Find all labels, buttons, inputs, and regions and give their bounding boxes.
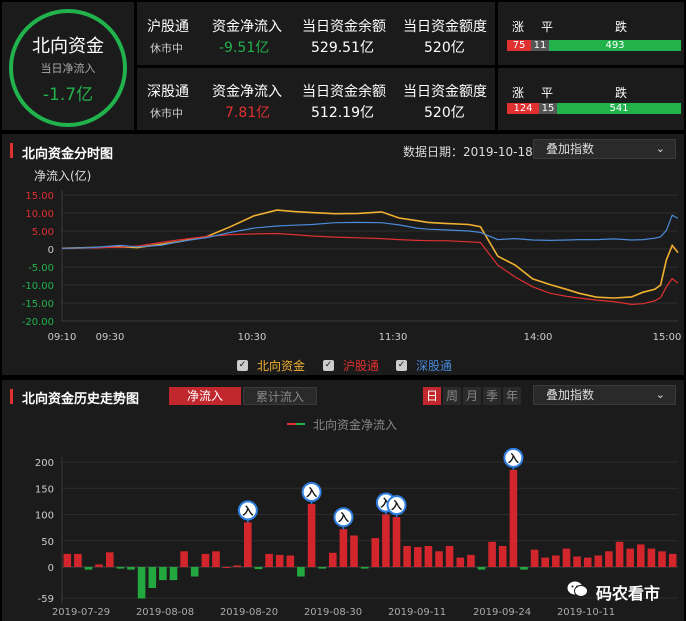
- tab-cumulative[interactable]: 累计流入: [243, 387, 317, 405]
- sh-up-label: 涨: [512, 20, 525, 34]
- sz-status: 休市中: [150, 107, 183, 120]
- legend-north: 北向资金: [257, 359, 306, 373]
- sz-breadth-bar: 124 15 541: [507, 103, 681, 114]
- sz-flat-seg: 15: [539, 103, 557, 114]
- chevron-down-icon: ⌄: [655, 142, 665, 155]
- header-balance-2: 当日资金余额: [302, 84, 386, 100]
- sz-quota: 520亿: [424, 105, 465, 121]
- intraday-overlay-label: 叠加指数: [546, 142, 595, 156]
- header-net: 资金净流入: [212, 19, 282, 35]
- watermark-text: 码农看市: [596, 584, 661, 603]
- sh-balance: 529.51亿: [311, 40, 374, 56]
- sh-quota: 520亿: [424, 40, 465, 56]
- period-day[interactable]: 日: [423, 387, 441, 405]
- intraday-panel: [2, 134, 684, 375]
- history-legend-swatch: [287, 423, 305, 425]
- period-week[interactable]: 周: [443, 387, 461, 405]
- legend-checkbox-sh[interactable]: ✓: [323, 360, 334, 371]
- sh-status: 休市中: [150, 42, 183, 55]
- tab-net-inflow[interactable]: 净流入: [169, 387, 241, 405]
- history-overlay-select[interactable]: 叠加指数 ⌄: [533, 385, 676, 405]
- northbound-value: -1.7亿: [42, 85, 94, 105]
- sz-net: 7.81亿: [225, 105, 271, 121]
- sh-flat-label: 平: [541, 20, 554, 34]
- sh-up-seg: 75: [507, 40, 531, 51]
- northbound-sub: 当日净流入: [40, 62, 96, 75]
- sz-up-label: 涨: [512, 86, 525, 100]
- sz-down-label: 跌: [615, 86, 628, 100]
- legend-checkbox-north[interactable]: ✓: [237, 360, 248, 371]
- period-year[interactable]: 年: [503, 387, 521, 405]
- chevron-down-icon: ⌄: [655, 388, 665, 401]
- breadth-panel-sz: [498, 68, 684, 130]
- history-legend: 北向资金净流入: [313, 418, 398, 432]
- intraday-date: 数据日期：2019-10-18: [403, 145, 533, 159]
- breadth-panel-sh: [498, 2, 684, 65]
- intraday-title-marker: [10, 143, 13, 158]
- header-quota: 当日资金额度: [403, 19, 487, 35]
- history-title: 北向资金历史走势图: [22, 392, 140, 407]
- sh-down-label: 跌: [615, 20, 628, 34]
- sh-name: 沪股通: [147, 19, 189, 35]
- northbound-title: 北向资金: [32, 36, 104, 57]
- legend-sz: 深股通: [416, 359, 453, 373]
- sz-up-seg: 124: [507, 103, 539, 114]
- sz-down-seg: 541: [557, 103, 681, 114]
- sh-net: -9.51亿: [219, 40, 270, 56]
- intraday-title: 北向资金分时图: [22, 147, 114, 162]
- legend-sh: 沪股通: [343, 359, 380, 373]
- period-quarter[interactable]: 季: [483, 387, 501, 405]
- legend-checkbox-sz[interactable]: ✓: [396, 360, 407, 371]
- sh-breadth-bar: 75 11 493: [507, 40, 681, 51]
- intraday-overlay-select[interactable]: 叠加指数 ⌄: [533, 139, 676, 159]
- sh-down-seg: 493: [549, 40, 681, 51]
- sz-name: 深股通: [147, 84, 189, 100]
- wechat-icon: [567, 580, 589, 598]
- sz-balance: 512.19亿: [311, 105, 374, 121]
- history-title-marker: [10, 389, 13, 404]
- header-quota-2: 当日资金额度: [403, 84, 487, 100]
- period-month[interactable]: 月: [463, 387, 481, 405]
- header-net-2: 资金净流入: [212, 84, 282, 100]
- history-overlay-label: 叠加指数: [546, 388, 595, 402]
- sz-flat-label: 平: [541, 86, 554, 100]
- sh-flat-seg: 11: [531, 40, 549, 51]
- header-balance: 当日资金余额: [302, 19, 386, 35]
